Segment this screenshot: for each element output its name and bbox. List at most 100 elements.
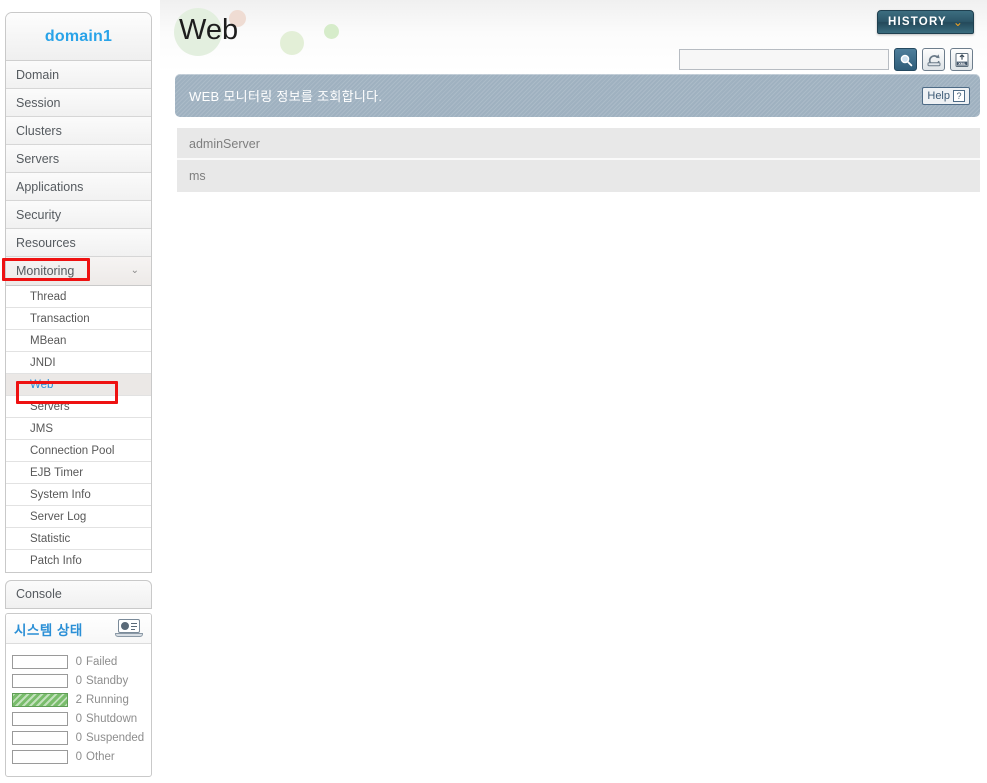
sidebar-item-ejb-timer[interactable]: EJB Timer	[6, 462, 151, 484]
sidebar-item-security[interactable]: Security	[6, 201, 151, 229]
sidebar-item-system-info[interactable]: System Info	[6, 484, 151, 506]
help-button-label: Help	[927, 89, 950, 102]
sidebar-item-label: Session	[16, 96, 61, 110]
xml-export-icon-button[interactable]: XML	[950, 48, 973, 71]
status-row-suspended: 0 Suspended	[12, 728, 145, 747]
status-row-failed: 0 Failed	[12, 652, 145, 671]
server-list: adminServer ms	[177, 128, 980, 192]
sidebar: domain1 Domain Session Clusters Servers …	[5, 12, 152, 780]
status-label: Running	[86, 693, 129, 706]
sidebar-subitem-label: Transaction	[30, 313, 90, 325]
search-icon	[900, 54, 912, 66]
sidebar-item-label: Security	[16, 208, 62, 222]
sidebar-item-monitoring[interactable]: Monitoring ⌄	[6, 257, 151, 285]
xml-export-icon: XML	[955, 52, 968, 67]
sidebar-item-resources[interactable]: Resources	[6, 229, 151, 257]
status-bar	[12, 654, 68, 669]
sidebar-item-jms[interactable]: JMS	[6, 418, 151, 440]
decoration-circle-medium-green	[280, 31, 304, 55]
sidebar-item-label: Domain	[16, 68, 60, 82]
sidebar-item-patch-info[interactable]: Patch Info	[6, 550, 151, 572]
console-panel[interactable]: Console	[5, 580, 152, 609]
sidebar-item-statistic[interactable]: Statistic	[6, 528, 151, 550]
chevron-down-icon: ⌄	[952, 15, 963, 29]
sidebar-subitem-label: Thread	[30, 291, 67, 303]
sidebar-item-servers[interactable]: Servers	[6, 145, 151, 173]
sidebar-subitem-label: Connection Pool	[30, 445, 115, 457]
sidebar-item-server-log[interactable]: Server Log	[6, 506, 151, 528]
sidebar-item-label: Applications	[16, 180, 84, 194]
sidebar-subitem-label: JMS	[30, 423, 53, 435]
sidebar-subitem-label: Web	[30, 379, 54, 391]
sidebar-item-domain[interactable]: Domain	[6, 61, 151, 89]
status-bar	[12, 749, 68, 764]
system-status-header: 시스템 상태	[6, 614, 151, 644]
system-status-panel: 시스템 상태 0 Failed 0 Standby 2 Running 0 Sh…	[5, 613, 152, 777]
history-button[interactable]: HISTORY ⌄	[877, 10, 974, 34]
system-status-title: 시스템 상태	[14, 622, 83, 638]
sidebar-subitem-label: Servers	[30, 401, 70, 413]
status-count: 0	[75, 674, 82, 687]
status-label: Failed	[86, 655, 118, 668]
sidebar-subitem-label: Patch Info	[30, 555, 82, 567]
question-mark-icon: ?	[953, 89, 965, 102]
sidebar-subitem-label: System Info	[30, 489, 91, 501]
sidebar-item-servers-monitoring[interactable]: Servers	[6, 396, 151, 418]
sidebar-item-clusters[interactable]: Clusters	[6, 117, 151, 145]
status-row-standby: 0 Standby	[12, 671, 145, 690]
application-window: domain1 Domain Session Clusters Servers …	[0, 0, 987, 783]
sidebar-item-label: Clusters	[16, 124, 62, 138]
console-label: Console	[16, 587, 62, 601]
sidebar-item-connection-pool[interactable]: Connection Pool	[6, 440, 151, 462]
sidebar-subitem-label: JNDI	[30, 357, 56, 369]
sidebar-item-web[interactable]: Web	[6, 374, 151, 396]
status-label: Suspended	[86, 731, 145, 744]
list-item[interactable]: adminServer	[177, 128, 980, 160]
status-label: Shutdown	[86, 712, 138, 725]
sidebar-item-thread[interactable]: Thread	[6, 286, 151, 308]
history-button-label: HISTORY	[888, 16, 947, 28]
status-count: 0	[75, 712, 82, 725]
sidebar-item-transaction[interactable]: Transaction	[6, 308, 151, 330]
page-title: Web	[179, 14, 239, 46]
sidebar-subitem-label: EJB Timer	[30, 467, 84, 479]
sidebar-item-jndi[interactable]: JNDI	[6, 352, 151, 374]
search-input[interactable]	[679, 49, 889, 70]
sidebar-item-mbean[interactable]: MBean	[6, 330, 151, 352]
sidebar-item-session[interactable]: Session	[6, 89, 151, 117]
sidebar-subitem-label: MBean	[30, 335, 67, 347]
search-toolbar: XML	[679, 48, 973, 71]
system-status-legend: 0 Failed 0 Standby 2 Running 0 Shutdown	[6, 644, 151, 776]
status-message-text: WEB 모니터링 정보를 조회합니다.	[189, 89, 383, 104]
status-bar	[12, 730, 68, 745]
status-bar	[12, 692, 68, 707]
sidebar-item-applications[interactable]: Applications	[6, 173, 151, 201]
refresh-icon-button[interactable]	[922, 48, 945, 71]
sidebar-item-label: Resources	[16, 236, 76, 250]
status-bar	[12, 711, 68, 726]
search-icon-button[interactable]	[894, 48, 917, 71]
status-count: 0	[75, 750, 82, 763]
server-name: ms	[189, 169, 206, 183]
status-count: 0	[75, 731, 82, 744]
decoration-circle-small-green	[324, 24, 339, 39]
page-header: Web HISTORY ⌄ XML	[160, 0, 987, 72]
status-message-bar: WEB 모니터링 정보를 조회합니다. Help ?	[175, 74, 980, 117]
status-bar	[12, 673, 68, 688]
sidebar-nav-panel: domain1 Domain Session Clusters Servers …	[5, 12, 152, 286]
refresh-icon	[927, 53, 940, 66]
status-label: Standby	[86, 674, 129, 687]
domain-title: domain1	[6, 13, 151, 61]
list-item[interactable]: ms	[177, 160, 980, 192]
sidebar-subitem-label: Server Log	[30, 511, 87, 523]
status-count: 0	[75, 655, 82, 668]
status-row-running: 2 Running	[12, 690, 145, 709]
chevron-down-icon: ⌄	[130, 265, 139, 276]
sidebar-item-label: Monitoring	[16, 264, 75, 278]
sidebar-item-label: Servers	[16, 152, 60, 166]
sidebar-subitem-label: Statistic	[30, 533, 71, 545]
help-button[interactable]: Help ?	[922, 86, 970, 105]
svg-text:XML: XML	[958, 61, 966, 65]
status-label: Other	[86, 750, 115, 763]
monitor-chart-icon	[115, 619, 143, 638]
